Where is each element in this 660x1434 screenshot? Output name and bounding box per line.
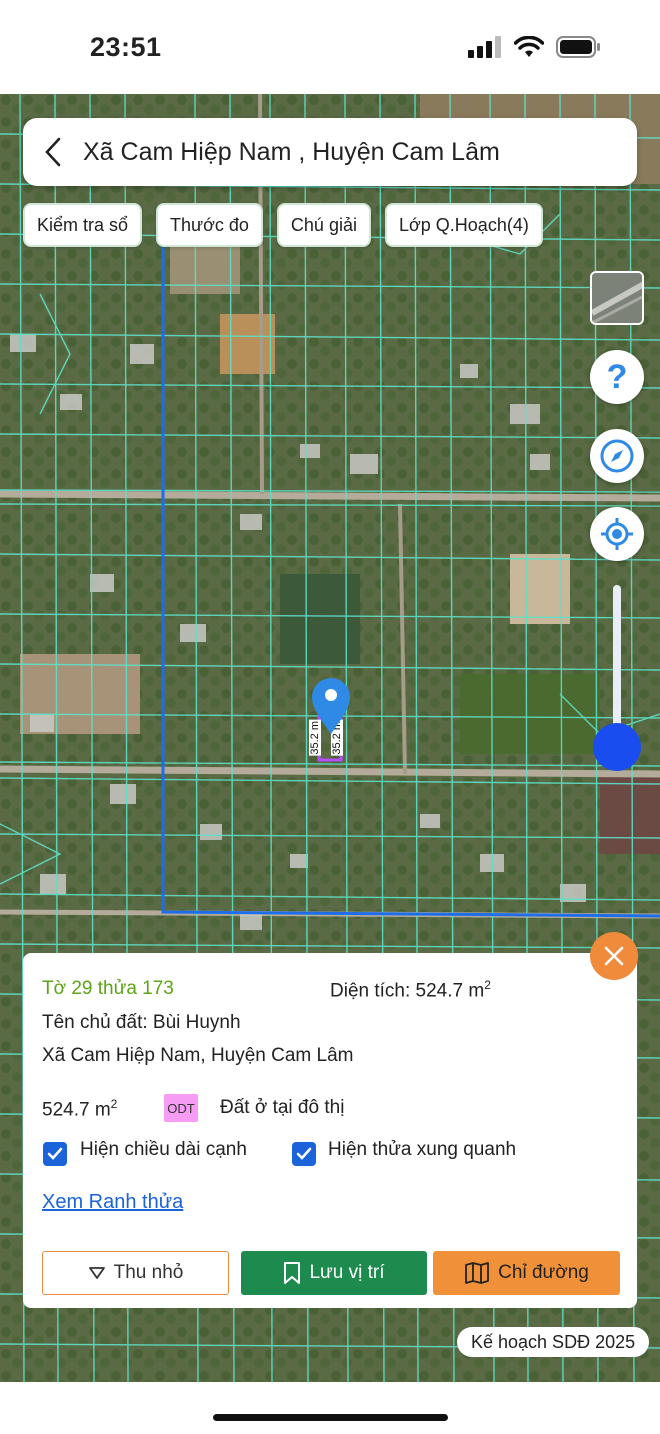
parcel-area: Diện tích: 524.7 m2 (330, 978, 491, 1002)
zoom-slider-handle[interactable] (593, 723, 641, 771)
back-button[interactable] (23, 118, 83, 186)
show-neighbors-label: Hiện thửa xung quanh (328, 1139, 517, 1160)
show-neighbors-checkbox[interactable] (292, 1142, 316, 1166)
help-icon: ? (606, 357, 628, 396)
land-code-badge: ODT (164, 1094, 198, 1122)
parcel-address: Xã Cam Hiệp Nam, Huyện Cam Lâm (42, 1045, 354, 1066)
owner-name: Tên chủ đất: Bùi Huynh (42, 1012, 241, 1033)
compass-icon (600, 439, 634, 473)
signal-icon (468, 36, 501, 58)
status-bar: 23:51 (0, 0, 660, 94)
view-boundary-link[interactable]: Xem Ranh thửa (42, 1191, 183, 1214)
help-button[interactable]: ? (590, 350, 644, 404)
location-header: Xã Cam Hiệp Nam , Huyện Cam Lâm (23, 118, 637, 186)
status-icons (468, 36, 602, 58)
shrink-button[interactable]: Thu nhỏ (42, 1251, 229, 1295)
wifi-icon (514, 36, 544, 57)
save-location-button[interactable]: Lưu vị trí (241, 1251, 427, 1295)
crosshair-icon (601, 518, 633, 550)
bookmark-icon (284, 1262, 301, 1284)
planning-layer-button[interactable]: Lớp Q.Hoạch(4) (384, 203, 543, 247)
show-edge-length-checkbox[interactable] (43, 1142, 67, 1166)
area-unit-sup: 2 (484, 978, 491, 992)
land-area-unit-sup: 2 (110, 1097, 118, 1111)
close-panel-button[interactable] (590, 932, 638, 980)
location-pin-icon[interactable] (310, 676, 352, 736)
land-area: 524.7 m2 (42, 1097, 117, 1121)
checkmark-icon (47, 1147, 63, 1160)
map-layer-button[interactable] (590, 271, 644, 325)
ruler-button[interactable]: Thước đo (156, 203, 263, 247)
compass-button[interactable] (590, 429, 644, 483)
land-type: Đất ở tại đô thị (220, 1097, 345, 1118)
satellite-layer-icon (592, 273, 642, 323)
directions-button[interactable]: Chỉ đường (433, 1251, 620, 1295)
triangle-down-icon (88, 1267, 105, 1279)
close-icon (604, 946, 624, 966)
map-tools: Kiểm tra sổ Thước đo Chú giải Lớp Q.Hoạc… (23, 203, 543, 247)
shrink-label: Thu nhỏ (113, 1262, 184, 1283)
directions-label: Chỉ đường (498, 1262, 589, 1283)
checkmark-icon (296, 1147, 312, 1160)
map-icon (465, 1262, 490, 1284)
parcel-sheet: Tờ 29 thửa 173 (42, 978, 174, 999)
my-location-button[interactable] (590, 507, 644, 561)
parcel-area-text: Diện tích: 524.7 m (330, 980, 485, 1002)
check-certificate-button[interactable]: Kiểm tra sổ (23, 203, 143, 247)
status-time: 23:51 (90, 32, 162, 62)
save-location-label: Lưu vị trí (309, 1262, 385, 1283)
show-edge-length-label: Hiện chiều dài cạnh (80, 1139, 247, 1160)
land-area-text: 524.7 m (42, 1099, 111, 1121)
page-title: Xã Cam Hiệp Nam , Huyện Cam Lâm (83, 137, 500, 166)
home-indicator[interactable] (213, 1414, 448, 1421)
battery-icon (556, 36, 600, 58)
plan-year-label: Kế hoạch SDĐ 2025 (457, 1327, 650, 1357)
legend-button[interactable]: Chú giải (276, 203, 371, 247)
chevron-left-icon (45, 137, 61, 167)
bottom-bar (0, 1382, 660, 1434)
